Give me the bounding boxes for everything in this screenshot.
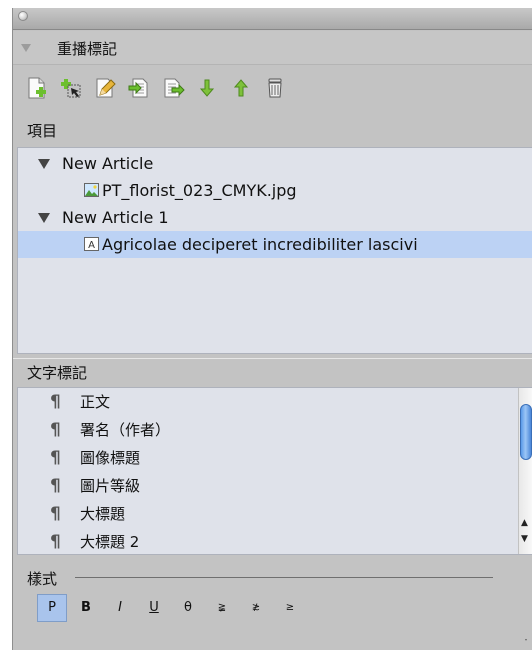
style-buttons: P B I U θ ≩ ≵ ≥ (37, 594, 305, 622)
bold-style-button[interactable]: B (71, 594, 101, 622)
italic-style-button[interactable]: I (105, 594, 135, 622)
add-to-article-button[interactable] (59, 76, 83, 100)
small-caps-style-button[interactable]: ≥ (275, 594, 305, 622)
list-item[interactable]: ¶ 大標題 (18, 500, 516, 528)
list-item[interactable]: ¶ 圖像標題 (18, 444, 516, 472)
char-tags-list[interactable]: ¶ 正文 ¶ 署名（作者） ¶ 圖像標題 ¶ 圖片等級 ¶ 大標題 ¶ 大標題 … (17, 387, 532, 555)
list-item-label: 圖像標題 (80, 449, 141, 467)
new-article-button[interactable] (25, 76, 49, 100)
tree-row-label: New Article (62, 154, 154, 173)
char-tags-label: 文字標記 (27, 364, 88, 382)
panel-title: 重播標記 (57, 40, 118, 58)
list-item-label: 正文 (80, 393, 111, 411)
disclosure-triangle-icon[interactable] (38, 159, 50, 169)
import-icon (128, 78, 148, 98)
collapse-triangle-icon[interactable] (21, 44, 31, 52)
items-tree[interactable]: New Article PT_florist_023_CMYK.jpg New … (17, 147, 532, 354)
items-section-label: 項目 (27, 122, 58, 140)
tagging-panel: 重播標記 項目 New Article PT_florist_023_CMYK.… (12, 8, 532, 650)
svg-text:A: A (88, 240, 95, 251)
strikethrough-style-button[interactable]: θ (173, 594, 203, 622)
panel-header[interactable]: 重播標記 (13, 31, 532, 65)
styles-header: 樣式 (13, 564, 532, 588)
image-file-icon (84, 183, 99, 197)
superscript-style-button[interactable]: ≩ (207, 594, 237, 622)
paragraph-icon: ¶ (50, 420, 61, 440)
tree-row-label: PT_florist_023_CMYK.jpg (102, 181, 297, 200)
list-item-label: 大標題 2 (80, 533, 140, 551)
scroll-thumb[interactable] (520, 404, 532, 460)
paragraph-icon: ¶ (50, 392, 61, 412)
export-button[interactable] (161, 76, 185, 100)
resize-grip-icon[interactable]: ⠠ (521, 634, 528, 644)
edit-pencil-icon (96, 78, 116, 98)
list-item-label: 圖片等級 (80, 477, 141, 495)
list-item-label: 署名（作者） (80, 421, 171, 439)
subscript-style-button[interactable]: ≵ (241, 594, 271, 622)
list-item[interactable]: ¶ 大標題 2 (18, 528, 516, 554)
list-item-label: 大標題 (80, 505, 126, 523)
paragraph-icon: ¶ (50, 532, 61, 552)
panel-titlebar[interactable] (13, 8, 532, 30)
arrow-down-icon (199, 79, 215, 97)
paragraph-icon: ¶ (50, 504, 61, 524)
import-button[interactable] (127, 76, 151, 100)
tree-row-article[interactable]: New Article (18, 150, 532, 177)
arrow-up-icon (233, 79, 249, 97)
edit-tag-button[interactable] (93, 76, 117, 100)
export-icon (164, 78, 185, 98)
plain-style-button[interactable]: P (37, 594, 67, 622)
tree-row-text[interactable]: A Agricolae deciperet incredibiliter las… (18, 231, 532, 258)
paragraph-icon: ¶ (50, 448, 61, 468)
tree-row-label: New Article 1 (62, 208, 169, 227)
tree-row-image[interactable]: PT_florist_023_CMYK.jpg (18, 177, 532, 204)
list-item[interactable]: ¶ 正文 (18, 388, 516, 416)
tree-row-label: Agricolae deciperet incredibiliter lasci… (102, 235, 418, 254)
styles-divider (75, 577, 493, 578)
styles-label: 樣式 (27, 570, 58, 588)
list-item[interactable]: ¶ 署名（作者） (18, 416, 516, 444)
vertical-scrollbar[interactable]: ▲ ▼ (518, 388, 532, 554)
trash-icon (268, 78, 282, 98)
move-down-button[interactable] (195, 76, 219, 100)
text-box-icon: A (84, 237, 99, 251)
underline-style-button[interactable]: U (139, 594, 169, 622)
scroll-down-arrow-icon[interactable]: ▼ (521, 534, 528, 544)
char-tags-header: 文字標記 (13, 358, 532, 384)
paragraph-icon: ¶ (50, 476, 61, 496)
new-document-icon (28, 77, 46, 99)
disclosure-triangle-icon[interactable] (38, 213, 50, 223)
list-item[interactable]: ¶ 圖片等級 (18, 472, 516, 500)
move-up-button[interactable] (229, 76, 253, 100)
delete-button[interactable] (263, 76, 287, 100)
add-selection-icon (61, 79, 81, 98)
close-icon[interactable] (18, 11, 28, 21)
toolbar (25, 76, 287, 102)
tree-row-article[interactable]: New Article 1 (18, 204, 532, 231)
scroll-up-arrow-icon[interactable]: ▲ (521, 518, 528, 528)
